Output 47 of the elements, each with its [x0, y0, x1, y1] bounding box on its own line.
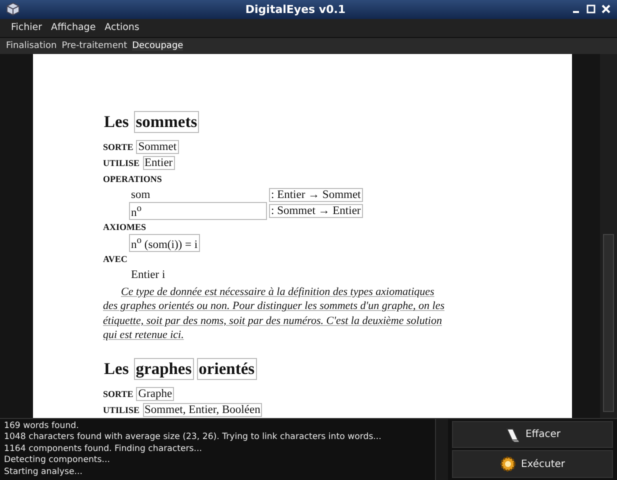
tab[interactable]: Pre-traitement	[62, 41, 128, 52]
doc-word: Sommet, Entier, Booléen	[144, 404, 262, 416]
heading-word: orientés	[198, 358, 256, 379]
eraser-icon	[504, 426, 520, 443]
doc-text: Entier i	[130, 268, 166, 281]
keyword: UTILISE	[103, 404, 140, 415]
window-title: DigitalEyes v0.1	[244, 2, 347, 16]
menu-item[interactable]: Affichage	[51, 22, 96, 34]
paragraph-line: Ce type de donnée est nécessaire à la définition des types axiomatiques	[120, 284, 436, 300]
heading-word: sommets	[134, 112, 198, 132]
log-line: 1164 components found. Finding characters...	[4, 444, 203, 456]
paragraph-line: qui est retenue ici.	[103, 328, 185, 343]
maximize-icon[interactable]	[586, 4, 596, 14]
doc-word: Graphe	[137, 388, 174, 400]
keyword: UTILISE	[103, 158, 140, 168]
operation-name: som	[130, 188, 152, 201]
tab[interactable]: Decoupage	[132, 41, 184, 52]
scrollbar[interactable]	[600, 54, 617, 418]
heading-word: Les	[103, 358, 130, 379]
operation-name: n$^{o}$	[130, 203, 266, 219]
log-line: Starting analyse...	[4, 466, 84, 478]
action-button[interactable]: Effacer	[452, 420, 613, 448]
keyword: AVEC	[103, 254, 128, 264]
keyword: OPERATIONS	[103, 174, 162, 184]
keyword: AXIOMES	[103, 222, 146, 232]
menu-item[interactable]: Fichier	[11, 22, 42, 34]
paragraph-line: des graphes orientés ou non. Pour distinguer les sommets d'un graphe, on les	[103, 299, 446, 314]
log-line: Detecting components...	[4, 455, 111, 467]
operation-signature: : Entier → Sommet	[270, 188, 362, 201]
cube-icon	[6, 2, 20, 16]
heading-word: Les	[103, 112, 130, 132]
heading-word: graphes	[134, 358, 193, 379]
operation-signature: : Sommet → Entier	[270, 204, 362, 217]
gear-icon	[500, 456, 516, 472]
action-button[interactable]: Exécuter	[452, 450, 613, 478]
tab[interactable]: Finalisation	[6, 41, 57, 52]
log-line: 169 words found.	[4, 420, 80, 432]
doc-text: n$^{o}$ (som(i)) = i	[130, 235, 199, 251]
log-line: 1048 characters found with average size (23, 26). Trying to link characters into words...	[4, 432, 382, 444]
keyword: SORTE	[103, 388, 134, 399]
keyword: SORTE	[103, 142, 134, 152]
scrollbar[interactable]	[435, 418, 448, 480]
paragraph-line: étiquette, soit par des noms, soit par des numéros. C'est la deuxième solution	[103, 314, 443, 328]
close-icon[interactable]	[601, 4, 611, 14]
menu-item[interactable]: Actions	[104, 22, 140, 34]
doc-word: Entier	[144, 156, 174, 169]
doc-word: Sommet	[137, 140, 178, 153]
